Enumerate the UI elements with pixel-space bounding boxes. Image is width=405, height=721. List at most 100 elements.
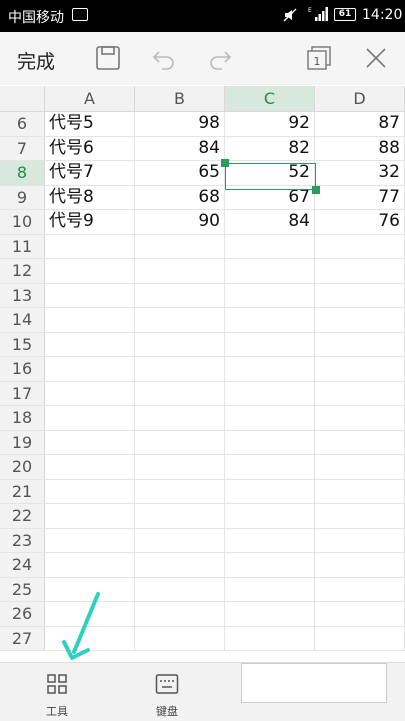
cell-c[interactable] xyxy=(225,626,315,650)
cell-b[interactable]: 84 xyxy=(135,136,225,160)
row-header[interactable]: 26 xyxy=(0,602,45,626)
selected-cell-outline[interactable] xyxy=(225,163,316,190)
cell-b[interactable] xyxy=(135,332,225,356)
cell-a[interactable] xyxy=(45,357,135,381)
cell-b[interactable]: 98 xyxy=(135,112,225,136)
row-header[interactable]: 23 xyxy=(0,528,45,552)
cell-c[interactable]: 92 xyxy=(225,112,315,136)
save-icon[interactable] xyxy=(94,44,122,72)
row-header[interactable]: 22 xyxy=(0,504,45,528)
cell-d[interactable]: 32 xyxy=(315,161,405,185)
cell-a[interactable] xyxy=(45,283,135,307)
cell-c[interactable]: 84 xyxy=(225,210,315,234)
cell-c[interactable] xyxy=(225,332,315,356)
row-header[interactable]: 9 xyxy=(0,185,45,209)
selection-handle-start[interactable] xyxy=(221,159,229,167)
cell-d[interactable] xyxy=(315,577,405,601)
cell-c[interactable] xyxy=(225,577,315,601)
cell-a[interactable] xyxy=(45,479,135,503)
row-header[interactable]: 18 xyxy=(0,406,45,430)
row-header[interactable]: 20 xyxy=(0,455,45,479)
cell-a[interactable] xyxy=(45,528,135,552)
row-header[interactable]: 25 xyxy=(0,577,45,601)
row-header[interactable]: 15 xyxy=(0,332,45,356)
cell-b[interactable] xyxy=(135,234,225,258)
cell-d[interactable] xyxy=(315,528,405,552)
row-header[interactable]: 21 xyxy=(0,479,45,503)
cell-d[interactable] xyxy=(315,283,405,307)
cell-a[interactable]: 代号7 xyxy=(45,161,135,185)
cell-d[interactable] xyxy=(315,455,405,479)
cell-d[interactable] xyxy=(315,504,405,528)
cell-b[interactable] xyxy=(135,602,225,626)
undo-icon[interactable] xyxy=(150,44,178,72)
cell-b[interactable] xyxy=(135,381,225,405)
cell-b[interactable] xyxy=(135,626,225,650)
row-header[interactable]: 27 xyxy=(0,626,45,650)
row-header[interactable]: 12 xyxy=(0,259,45,283)
close-icon[interactable] xyxy=(362,44,390,72)
selection-handle-end[interactable] xyxy=(312,186,320,194)
cell-d[interactable] xyxy=(315,332,405,356)
cell-c[interactable] xyxy=(225,430,315,454)
select-all-corner[interactable] xyxy=(0,86,45,111)
row-header[interactable]: 10 xyxy=(0,210,45,234)
cell-d[interactable] xyxy=(315,626,405,650)
cell-d[interactable] xyxy=(315,406,405,430)
row-header[interactable]: 19 xyxy=(0,430,45,454)
redo-icon[interactable] xyxy=(206,44,234,72)
column-header-b[interactable]: B xyxy=(135,86,225,111)
cell-a[interactable] xyxy=(45,430,135,454)
row-header[interactable]: 17 xyxy=(0,381,45,405)
cell-d[interactable]: 88 xyxy=(315,136,405,160)
cell-c[interactable] xyxy=(225,455,315,479)
spreadsheet-grid[interactable]: A B C D 6 代号5 98 92 87 7 代号6 84 82 88 8 代号7 65 52 32 9 代… xyxy=(0,86,405,662)
cell-a[interactable] xyxy=(45,308,135,332)
row-header[interactable]: 14 xyxy=(0,308,45,332)
cell-c[interactable] xyxy=(225,283,315,307)
cell-b[interactable] xyxy=(135,430,225,454)
cell-c[interactable] xyxy=(225,234,315,258)
cell-a[interactable] xyxy=(45,259,135,283)
cell-b[interactable] xyxy=(135,479,225,503)
row-header[interactable]: 8 xyxy=(0,161,45,185)
cell-b[interactable] xyxy=(135,357,225,381)
cell-a[interactable] xyxy=(45,553,135,577)
cell-a[interactable] xyxy=(45,332,135,356)
cell-c[interactable] xyxy=(225,504,315,528)
cell-b[interactable] xyxy=(135,553,225,577)
cell-d[interactable] xyxy=(315,381,405,405)
row-header[interactable]: 16 xyxy=(0,357,45,381)
cell-b[interactable]: 65 xyxy=(135,161,225,185)
cell-c[interactable] xyxy=(225,357,315,381)
cell-c[interactable] xyxy=(225,479,315,503)
column-header-d[interactable]: D xyxy=(315,86,405,111)
cell-d[interactable] xyxy=(315,553,405,577)
cell-b[interactable] xyxy=(135,455,225,479)
cell-b[interactable] xyxy=(135,283,225,307)
cell-b[interactable]: 90 xyxy=(135,210,225,234)
cell-input-area[interactable] xyxy=(241,663,387,703)
cell-b[interactable] xyxy=(135,406,225,430)
cell-a[interactable] xyxy=(45,234,135,258)
cell-d[interactable] xyxy=(315,308,405,332)
cell-d[interactable] xyxy=(315,479,405,503)
cell-d[interactable] xyxy=(315,259,405,283)
cell-b[interactable] xyxy=(135,308,225,332)
cell-c[interactable] xyxy=(225,259,315,283)
cell-c[interactable]: 82 xyxy=(225,136,315,160)
sheet-count-icon[interactable]: 1 xyxy=(305,44,333,72)
cell-a[interactable] xyxy=(45,455,135,479)
cell-c[interactable] xyxy=(225,602,315,626)
cell-d[interactable]: 87 xyxy=(315,112,405,136)
cell-b[interactable] xyxy=(135,504,225,528)
done-button[interactable]: 完成 xyxy=(17,47,55,74)
cell-d[interactable]: 77 xyxy=(315,185,405,209)
cell-b[interactable] xyxy=(135,577,225,601)
cell-a[interactable]: 代号5 xyxy=(45,112,135,136)
cell-a[interactable]: 代号9 xyxy=(45,210,135,234)
keyboard-button[interactable]: 键盘 xyxy=(112,663,222,721)
cell-d[interactable] xyxy=(315,234,405,258)
column-header-a[interactable]: A xyxy=(45,86,135,111)
cell-b[interactable] xyxy=(135,528,225,552)
